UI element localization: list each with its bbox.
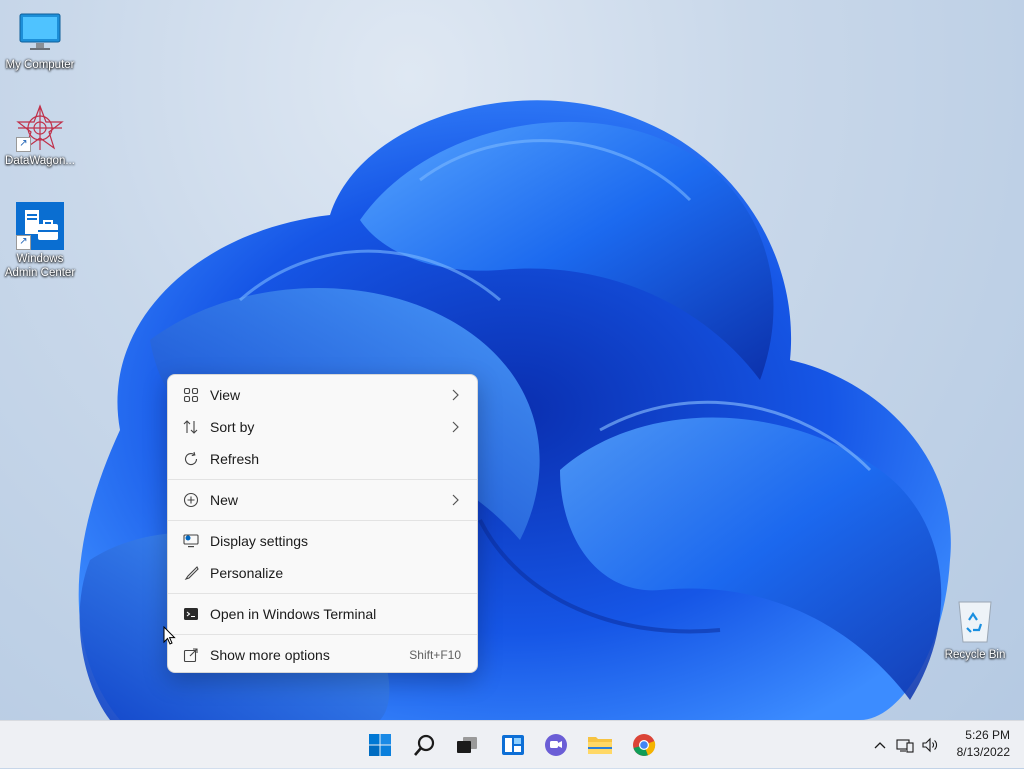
clock-time: 5:26 PM [965, 728, 1010, 742]
clock-date: 8/13/2022 [956, 745, 1010, 759]
chat-button[interactable] [540, 729, 572, 761]
widgets-icon [502, 735, 524, 755]
recycle-bin-icon [951, 598, 999, 646]
desktop-icon-my-computer[interactable]: My Computer [0, 8, 80, 72]
menu-item-open-in-terminal[interactable]: Open in Windows Terminal [168, 598, 477, 630]
menu-item-label: View [210, 387, 241, 403]
file-explorer-icon [588, 737, 612, 754]
desktop-icon-label: My Computer [5, 59, 75, 71]
task-view-button[interactable] [451, 729, 483, 761]
system-tray [868, 721, 942, 769]
plus-circle-icon [182, 491, 200, 509]
start-button[interactable] [364, 729, 396, 761]
show-hidden-icons-button[interactable] [868, 741, 892, 749]
desktop-icon-windows-admin-center[interactable]: ↗ Windows Admin Center [0, 202, 80, 280]
keyboard-shortcut: Shift+F10 [409, 648, 461, 662]
refresh-icon [182, 450, 200, 468]
volume-icon [922, 737, 937, 753]
menu-item-personalize[interactable]: Personalize [168, 557, 477, 589]
menu-item-show-more-options[interactable]: Show more options Shift+F10 [168, 639, 477, 671]
datawagon-logo-icon: ↗ [16, 104, 64, 152]
desktop: My Computer ↗ DataWagon... ↗ Windows Adm… [0, 0, 1024, 720]
desktop-icon-datawagon[interactable]: ↗ DataWagon... [0, 104, 80, 168]
view-grid-icon [182, 386, 200, 404]
network-button[interactable] [892, 737, 918, 753]
volume-button[interactable] [918, 737, 942, 753]
brush-icon [182, 564, 200, 582]
menu-item-label: Personalize [210, 565, 284, 581]
monitor-icon [16, 8, 64, 56]
desktop-icon-label: Admin Center [4, 267, 76, 279]
chrome-button[interactable] [628, 729, 660, 761]
admin-center-icon: ↗ [16, 202, 64, 250]
desktop-icon-label: Windows [16, 253, 64, 265]
chevron-right-icon [452, 494, 459, 506]
menu-item-label: Sort by [210, 419, 255, 435]
chevron-up-icon [874, 742, 886, 749]
chevron-right-icon [452, 421, 459, 433]
menu-item-sort-by[interactable]: Sort by [168, 411, 477, 443]
terminal-icon [182, 605, 200, 623]
display-icon [182, 532, 200, 550]
menu-item-label: Display settings [210, 533, 309, 549]
task-view-icon [457, 737, 477, 753]
chrome-icon [633, 734, 656, 756]
menu-item-view[interactable]: View [168, 379, 477, 411]
desktop-context-menu: View Sort by Refresh New Display setting… [167, 374, 478, 673]
shortcut-arrow-icon: ↗ [16, 235, 31, 250]
mouse-cursor-icon [163, 626, 176, 645]
menu-separator [168, 479, 477, 480]
taskbar-clock[interactable]: 5:26 PM 8/13/2022 [957, 727, 1010, 761]
chevron-right-icon [452, 389, 459, 401]
desktop-icon-recycle-bin[interactable]: Recycle Bin [935, 598, 1015, 662]
menu-item-display-settings[interactable]: Display settings [168, 525, 477, 557]
start-icon [369, 734, 391, 756]
wallpaper-bloom [78, 100, 951, 720]
menu-item-refresh[interactable]: Refresh [168, 443, 477, 475]
taskbar: 5:26 PM 8/13/2022 [0, 720, 1024, 768]
menu-item-label: New [210, 492, 239, 508]
menu-item-new[interactable]: New [168, 484, 477, 516]
shortcut-arrow-icon: ↗ [16, 137, 31, 152]
widgets-button[interactable] [497, 729, 529, 761]
sort-icon [182, 418, 200, 436]
desktop-icon-label: Recycle Bin [944, 649, 1006, 661]
search-button[interactable] [409, 729, 441, 761]
search-icon [414, 734, 435, 756]
menu-item-label: Refresh [210, 451, 260, 467]
desktop-icon-label: DataWagon... [5, 155, 75, 167]
teams-chat-icon [545, 734, 567, 756]
menu-item-label: Open in Windows Terminal [210, 606, 377, 622]
menu-separator [168, 520, 477, 521]
menu-separator [168, 634, 477, 635]
menu-separator [168, 593, 477, 594]
network-icon [896, 739, 914, 753]
file-explorer-button[interactable] [584, 729, 616, 761]
more-options-icon [182, 646, 200, 664]
